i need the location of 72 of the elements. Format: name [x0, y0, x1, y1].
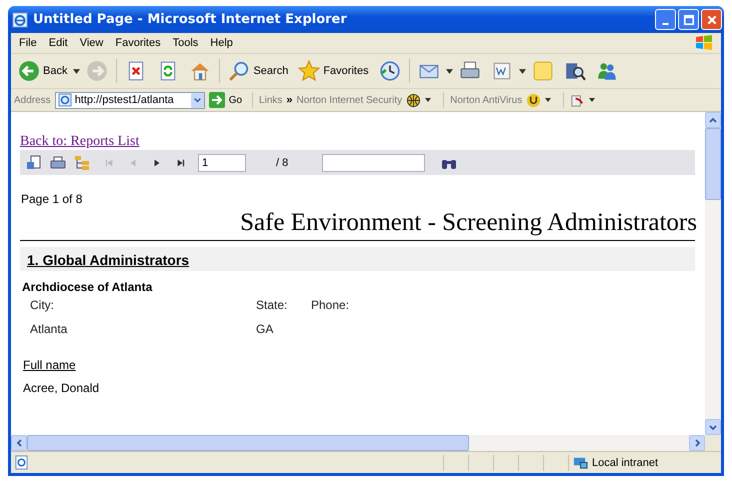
globe-icon[interactable]: [406, 92, 422, 108]
page-number-field[interactable]: 1: [198, 154, 246, 172]
network-icon: [573, 455, 588, 470]
document-map-icon[interactable]: [74, 154, 90, 170]
back-to-reports-link[interactable]: Back to: Reports List: [20, 134, 140, 150]
maximize-icon: [682, 14, 694, 26]
scroll-down-button[interactable]: [705, 419, 721, 435]
column-header: Full name: [22, 358, 76, 372]
address-field[interactable]: http://pstest1/atlanta: [54, 92, 205, 108]
menu-item[interactable]: Edit: [42, 37, 74, 49]
favorites-button[interactable]: Favorites: [294, 58, 373, 84]
back-button[interactable]: Back: [14, 58, 72, 84]
printer-icon[interactable]: [50, 154, 66, 170]
close-icon: [706, 14, 718, 26]
page-total: / 8: [276, 156, 288, 168]
caret-icon[interactable]: [446, 68, 453, 74]
norton-security-button[interactable]: Norton Internet Security: [296, 94, 402, 106]
next-page-icon[interactable]: [152, 158, 162, 168]
close-button[interactable]: [701, 9, 722, 30]
menu-item[interactable]: Tools: [166, 37, 204, 49]
browser-logo-icon: [12, 12, 28, 28]
scroll-thumb[interactable]: [705, 128, 721, 200]
field-label: City:: [30, 298, 55, 312]
minimize-icon: [662, 22, 669, 24]
arrow-icon: [208, 92, 225, 108]
search-icon: [228, 60, 250, 82]
organization-name: Archdiocese of Atlanta: [21, 280, 154, 294]
menu-item[interactable]: File: [13, 37, 43, 49]
find-field[interactable]: [322, 154, 426, 172]
field-value: Atlanta: [30, 322, 68, 336]
name-cell-text: Acree, Donald: [22, 381, 100, 395]
menu-item[interactable]: Favorites: [109, 37, 167, 49]
menu-item[interactable]: Help: [204, 37, 239, 49]
links-label[interactable]: Links: [259, 94, 282, 106]
maximize-button[interactable]: [678, 9, 699, 30]
page-label: Page 1 of 8: [20, 192, 84, 206]
scroll-right-button[interactable]: [689, 435, 705, 451]
history-icon: [378, 60, 401, 82]
caret-icon[interactable]: [545, 98, 552, 102]
field-value: GA: [256, 322, 274, 336]
caret-icon[interactable]: [518, 68, 526, 74]
caret-icon[interactable]: [589, 98, 596, 102]
scroll-up-button[interactable]: [705, 112, 721, 128]
chevron-up-icon: [708, 115, 718, 125]
section-heading: 1. Global Administrators: [27, 252, 190, 268]
horizontal-scrollbar[interactable]: [11, 435, 721, 451]
dropdown-icon[interactable]: [190, 92, 204, 108]
page-icon: [14, 455, 29, 470]
caret-icon[interactable]: [73, 68, 80, 74]
menu-item[interactable]: View: [74, 37, 110, 49]
search-button[interactable]: Search: [224, 58, 292, 84]
scroll-thumb[interactable]: [27, 435, 469, 451]
export-icon[interactable]: [26, 154, 42, 170]
norton-antivirus-button[interactable]: Norton AntiVirus: [450, 94, 522, 106]
minimize-button[interactable]: [655, 9, 676, 30]
chevron-left-icon: [14, 438, 24, 448]
report-title: Safe Environment - Screening Administrators: [239, 209, 698, 237]
page-icon: [58, 93, 72, 107]
last-page-icon[interactable]: [176, 158, 186, 168]
window-title: Untitled Page - Microsoft Internet Explorer: [33, 12, 348, 27]
chevron-button[interactable]: »: [286, 94, 293, 106]
security-zone: Local intranet: [592, 456, 658, 468]
vertical-scrollbar[interactable]: [705, 112, 721, 435]
scroll-left-button[interactable]: [11, 435, 27, 451]
go-button[interactable]: Go: [208, 92, 246, 108]
field-label: State:: [256, 298, 288, 312]
field-label: Phone:: [311, 298, 350, 312]
windows-flag-icon: [693, 34, 715, 52]
star-icon: [298, 60, 320, 82]
caret-icon[interactable]: [425, 98, 432, 102]
note-icon: [532, 60, 554, 82]
address-label: Address: [14, 94, 51, 106]
